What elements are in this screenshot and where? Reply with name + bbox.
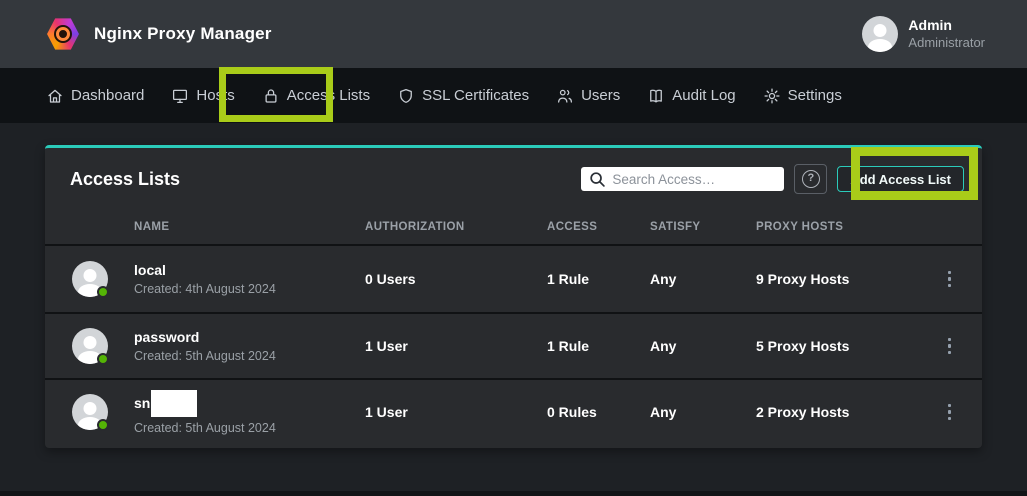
search-input[interactable] [581, 167, 784, 191]
cell-satisfy: Any [650, 271, 756, 287]
lock-icon [262, 87, 280, 105]
row-avatar [72, 261, 108, 297]
access-list-created: Created: 4th August 2024 [134, 282, 365, 296]
cell-proxy-hosts: 9 Proxy Hosts [756, 271, 917, 287]
table-row: local Created: 4th August 2024 0 Users 1… [45, 246, 982, 312]
help-button[interactable]: ? [794, 164, 827, 194]
gear-icon [763, 87, 781, 105]
search-box [581, 167, 784, 191]
access-list-name: password [134, 329, 365, 346]
user-name: Admin [908, 17, 985, 35]
nav-item-ssl-certificates[interactable]: SSL Certificates [397, 87, 529, 105]
user-menu[interactable]: Admin Administrator [862, 16, 985, 52]
nav-item-audit-log[interactable]: Audit Log [647, 87, 735, 105]
cell-proxy-hosts: 5 Proxy Hosts [756, 338, 917, 354]
table-row: password Created: 5th August 2024 1 User… [45, 312, 982, 378]
access-list-name: sn [134, 390, 365, 417]
users-icon [556, 87, 574, 105]
redaction-box [151, 390, 197, 417]
cell-authorization: 1 User [365, 338, 547, 354]
access-list-created: Created: 5th August 2024 [134, 421, 365, 435]
row-menu-button[interactable] [938, 398, 962, 426]
cell-proxy-hosts: 2 Proxy Hosts [756, 404, 917, 420]
table-header: NAME AUTHORIZATION ACCESS SATISFY PROXY … [45, 210, 982, 246]
nav-item-dashboard[interactable]: Dashboard [46, 87, 144, 105]
access-list-name: local [134, 262, 365, 279]
cell-satisfy: Any [650, 404, 756, 420]
column-header-name: NAME [134, 221, 365, 233]
nav-item-users[interactable]: Users [556, 87, 620, 105]
shield-icon [397, 87, 415, 105]
column-header-proxy-hosts: PROXY HOSTS [756, 221, 917, 233]
main-nav: Dashboard Hosts Access Lists SSL Certifi… [0, 68, 1027, 123]
brand[interactable]: Nginx Proxy Manager [46, 17, 272, 51]
column-header-satisfy: SATISFY [650, 221, 756, 233]
search-icon [589, 171, 606, 188]
nav-item-settings[interactable]: Settings [763, 87, 842, 105]
row-avatar [72, 394, 108, 430]
app-title: Nginx Proxy Manager [94, 24, 272, 44]
user-role: Administrator [908, 35, 985, 51]
status-dot [97, 353, 109, 365]
cell-authorization: 1 User [365, 404, 547, 420]
panel-header: Access Lists ? Add Access List [45, 148, 982, 210]
monitor-icon [171, 87, 189, 105]
status-dot [97, 286, 109, 298]
cell-satisfy: Any [650, 338, 756, 354]
row-avatar [72, 328, 108, 364]
cell-access: 1 Rule [547, 271, 650, 287]
nginx-proxy-manager-logo-icon [46, 17, 80, 51]
row-menu-button[interactable] [938, 265, 962, 293]
column-header-access: ACCESS [547, 221, 650, 233]
access-list-created: Created: 5th August 2024 [134, 349, 365, 363]
cell-access: 0 Rules [547, 404, 650, 420]
nav-item-hosts[interactable]: Hosts [171, 87, 234, 105]
book-icon [647, 87, 665, 105]
add-access-list-button[interactable]: Add Access List [837, 166, 964, 192]
question-circle-icon: ? [802, 170, 820, 188]
user-avatar [862, 16, 898, 52]
status-dot [97, 419, 109, 431]
nav-item-access-lists[interactable]: Access Lists [262, 87, 370, 105]
cell-access: 1 Rule [547, 338, 650, 354]
page-content: Access Lists ? Add Access List NAME AUTH… [0, 123, 1027, 448]
page-title: Access Lists [70, 169, 180, 190]
access-lists-panel: Access Lists ? Add Access List NAME AUTH… [45, 145, 982, 448]
column-header-authorization: AUTHORIZATION [365, 221, 547, 233]
top-bar: Nginx Proxy Manager Admin Administrator [0, 0, 1027, 68]
row-menu-button[interactable] [938, 332, 962, 360]
home-icon [46, 87, 64, 105]
table-row: sn Created: 5th August 2024 1 User 0 Rul… [45, 378, 982, 444]
cell-authorization: 0 Users [365, 271, 547, 287]
bottom-edge [0, 491, 1027, 496]
